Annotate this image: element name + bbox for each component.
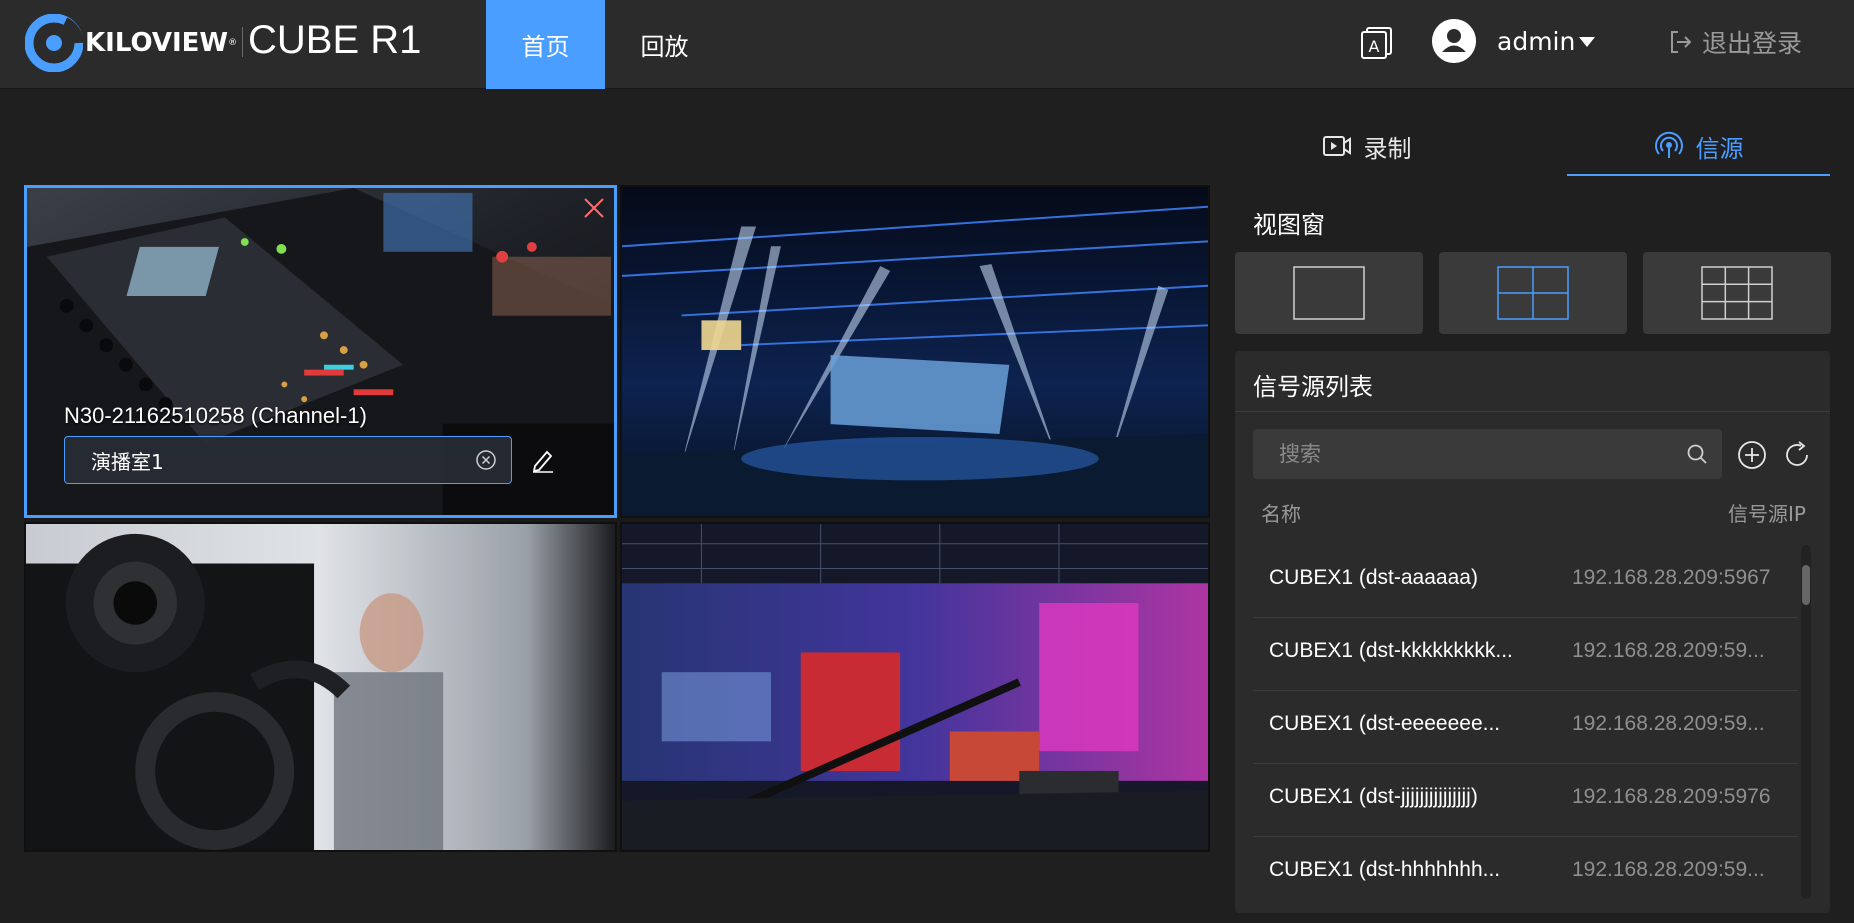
tab-signal-source[interactable]: 信源 (1567, 116, 1830, 176)
layout-quad-icon (1497, 266, 1569, 320)
layout-nine-icon (1701, 266, 1773, 320)
tab-signal-source-label: 信源 (1695, 134, 1744, 163)
source-list: CUBEX1 (dst-aaaaaa) 192.168.28.209:5967 … (1253, 545, 1808, 899)
signal-source-icon (1654, 131, 1683, 158)
source-ip: 192.168.28.209:5967 (1572, 566, 1771, 589)
signal-source-list-title: 信号源列表 (1253, 373, 1373, 401)
language-switch-icon[interactable]: A (1358, 24, 1394, 60)
tab-record-label: 录制 (1363, 134, 1412, 163)
kiloview-logo-icon (25, 14, 83, 72)
source-name: CUBEX1 (dst-aaaaaa) (1269, 566, 1478, 589)
concert-stage-preview-image (622, 187, 1208, 516)
video-cell-4[interactable] (620, 522, 1210, 852)
view-window-title: 视图窗 (1253, 211, 1325, 239)
list-item[interactable]: CUBEX1 (dst-eeeeeee... 192.168.28.209:59… (1253, 691, 1798, 764)
source-name: CUBEX1 (dst-hhhhhhh... (1269, 858, 1501, 881)
user-name[interactable]: admin (1497, 27, 1575, 56)
layout-2x2-button[interactable] (1439, 252, 1627, 334)
language-icon-letter: A (1369, 37, 1380, 56)
source-ip: 192.168.28.209:59... (1572, 858, 1765, 881)
user-avatar-icon[interactable] (1432, 19, 1476, 63)
video-cell-3[interactable] (24, 522, 617, 852)
close-icon[interactable] (580, 194, 608, 222)
logo-registered-mark: ® (228, 38, 238, 48)
source-ip: 192.168.28.209:5976 (1572, 785, 1771, 808)
video-grid: N30-21162510258 (Channel-1) (24, 185, 1210, 852)
source-ip: 192.168.28.209:59... (1572, 712, 1765, 735)
camera-interview-preview-image (26, 524, 615, 850)
source-name: CUBEX1 (dst-eeeeeee... (1269, 712, 1501, 735)
logo-separator (242, 27, 243, 57)
video-cell-2[interactable] (620, 185, 1210, 518)
kiloview-logo: KILOVIEW ® (25, 12, 237, 74)
source-name: CUBEX1 (dst-kkkkkkkkk... (1269, 639, 1513, 662)
search-input[interactable] (1253, 429, 1673, 479)
layout-3x3-button[interactable] (1643, 252, 1831, 334)
nav-tab-home[interactable]: 首页 (486, 0, 605, 89)
product-name: CUBE R1 (248, 18, 422, 62)
column-header-ip[interactable]: 信号源IP (1728, 498, 1806, 527)
logout-label: 退出登录 (1702, 29, 1803, 58)
logout-button[interactable]: 退出登录 (1668, 24, 1802, 60)
scrollbar-thumb[interactable] (1802, 565, 1810, 605)
search-box[interactable] (1253, 429, 1722, 479)
top-bar: KILOVIEW ® CUBE R1 首页 回放 A admin 退出登录 (0, 0, 1854, 89)
search-icon[interactable] (1686, 443, 1708, 465)
list-item[interactable]: CUBEX1 (dst-hhhhhhh... 192.168.28.209:59… (1253, 837, 1798, 899)
list-item[interactable]: CUBEX1 (dst-jjjjjjjjjjjjjjj) 192.168.28.… (1253, 764, 1798, 837)
source-name-field[interactable] (64, 436, 512, 484)
logo-text: KILOVIEW (85, 28, 229, 58)
clear-input-icon[interactable] (475, 449, 497, 471)
source-ip: 192.168.28.209:59... (1572, 639, 1765, 662)
edit-pencil-icon[interactable] (529, 446, 557, 474)
list-item[interactable]: CUBEX1 (dst-aaaaaa) 192.168.28.209:5967 (1253, 545, 1798, 618)
add-source-icon[interactable] (1737, 440, 1767, 470)
active-tab-indicator (1567, 174, 1830, 176)
source-name-input[interactable] (65, 437, 465, 483)
list-item[interactable]: CUBEX1 (dst-kkkkkkkkk... 192.168.28.209:… (1253, 618, 1798, 691)
logout-icon (1671, 31, 1692, 53)
signal-source-list-panel: 信号源列表 名称 信号源IP CUBEX1 (dst-aaaaaa) 192.1… (1235, 351, 1830, 913)
column-header-name[interactable]: 名称 (1261, 498, 1301, 527)
divider (1235, 411, 1830, 412)
layout-single-icon (1293, 266, 1365, 320)
nav-tab-playback[interactable]: 回放 (605, 0, 724, 89)
video-record-icon (1322, 136, 1351, 156)
chevron-down-icon[interactable] (1579, 37, 1595, 47)
video-cell-1[interactable]: N30-21162510258 (Channel-1) (24, 185, 617, 518)
refresh-icon[interactable] (1782, 440, 1812, 470)
tab-record[interactable]: 录制 (1235, 116, 1498, 176)
channel-label: N30-21162510258 (Channel-1) (64, 403, 367, 428)
scrollbar[interactable] (1801, 545, 1811, 899)
source-name: CUBEX1 (dst-jjjjjjjjjjjjjjj) (1269, 785, 1478, 808)
tv-studio-preview-image (622, 524, 1208, 850)
layout-1x1-button[interactable] (1235, 252, 1423, 334)
